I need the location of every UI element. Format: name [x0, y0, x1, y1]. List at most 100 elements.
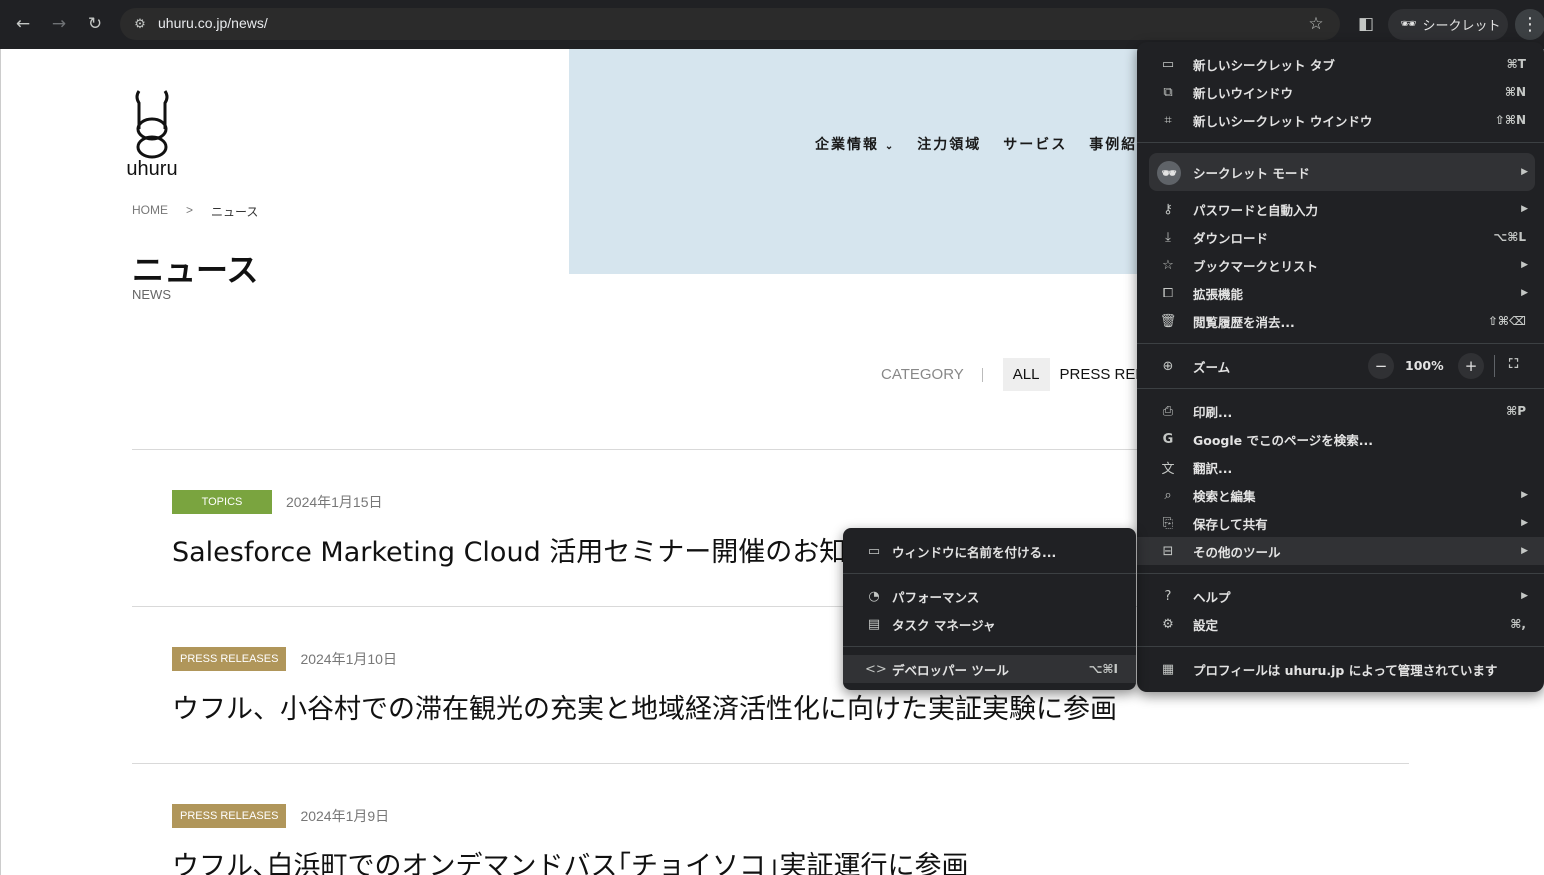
download-icon: ⤓ [1165, 229, 1171, 245]
category-divider [981, 367, 983, 382]
incognito-chip[interactable]: 🕶 シークレット [1388, 9, 1508, 40]
category-label: CATEGORY [881, 366, 964, 383]
menu-item-find-edit[interactable]: ⌕ 検索と編集 ▶ [1137, 481, 1544, 509]
chrome-menu: ▭ 新しいシークレット タブ ⌘T ⧉ 新しいウインドウ ⌘N ⌗ 新しいシーク… [1137, 42, 1544, 692]
forward-icon[interactable]: → [46, 11, 72, 37]
menu-item-new-window[interactable]: ⧉ 新しいウインドウ ⌘N [1137, 78, 1544, 106]
menu-item-settings[interactable]: ⚙ 設定 ⌘, [1137, 610, 1544, 638]
breadcrumb: HOME > ニュース [132, 203, 258, 220]
menu-item-passwords[interactable]: ⚷ パスワードと自動入力 ▶ [1137, 195, 1544, 223]
translate-icon: 文 [1161, 461, 1175, 477]
breadcrumb-home[interactable]: HOME [132, 203, 168, 220]
reload-icon[interactable]: ↻ [82, 11, 108, 37]
star-icon: ☆ [1162, 257, 1174, 273]
menu-item-google-search[interactable]: G Google でこのページを検索... [1137, 425, 1544, 453]
menu-item-extensions[interactable]: ⧠ 拡張機能 ▶ [1137, 279, 1544, 307]
breadcrumb-separator: > [186, 203, 194, 217]
news-title[interactable]: ウフル､白浜町でのオンデマンドバス｢チョイソコ｣実証運行に参画 [172, 844, 969, 875]
page-subtitle: NEWS [132, 287, 171, 302]
help-icon: ? [1164, 588, 1172, 604]
submenu-item-developer-tools[interactable]: <> デベロッパー ツール ⌥⌘I [843, 655, 1136, 683]
chevron-right-icon: ▶ [1521, 591, 1528, 601]
news-item[interactable]: TOPICS 2024年1月15日 Salesforce Marketing Cl… [172, 490, 846, 569]
menu-item-managed[interactable]: ▦ プロフィールは uhuru.jp によって管理されています [1137, 655, 1544, 683]
chevron-right-icon: ▶ [1521, 204, 1528, 214]
building-icon: ▦ [1161, 661, 1175, 677]
uhuru-logo[interactable]: uhuru [117, 89, 187, 179]
zoom-out-button[interactable]: − [1368, 353, 1394, 379]
submenu-item-task-manager[interactable]: ▤ タスク マネージャ [843, 610, 1136, 638]
breadcrumb-current: ニュース [211, 205, 259, 219]
menu-item-new-incognito-tab[interactable]: ▭ 新しいシークレット タブ ⌘T [1137, 50, 1544, 78]
submenu-item-performance[interactable]: ◔ パフォーマンス [843, 582, 1136, 610]
menu-item-bookmarks[interactable]: ☆ ブックマークとリスト ▶ [1137, 251, 1544, 279]
tab-icon: ▭ [1161, 56, 1175, 72]
svg-text:uhuru: uhuru [126, 158, 177, 179]
nav-item-company[interactable]: 企業情報 ⌄ [815, 134, 895, 154]
incognito-label: シークレット [1422, 19, 1501, 34]
task-manager-icon: ▤ [867, 616, 881, 632]
menu-item-help[interactable]: ? ヘルプ ▶ [1137, 582, 1544, 610]
news-item[interactable]: PRESS RELEASES 2024年1月9日 ウフル､白浜町でのオンデマンドバ… [172, 804, 969, 875]
menu-separator [1137, 388, 1544, 389]
news-title[interactable]: Salesforce Marketing Cloud 活用セミナー開催のお知 [172, 530, 846, 569]
menu-item-translate[interactable]: 文 翻訳... [1137, 453, 1544, 481]
global-nav: 企業情報 ⌄ 注力領域 サービス 事例紹 [815, 134, 1137, 154]
url-text[interactable]: uhuru.co.jp/news/ [158, 15, 268, 31]
save-icon: ⎘ [1162, 515, 1174, 531]
chevron-right-icon: ▶ [1521, 490, 1528, 500]
bookmark-star-icon[interactable]: ☆ [1303, 11, 1329, 37]
zoom-controls: − 100% + ⛶ [1137, 353, 1544, 379]
chevron-down-icon: ⌄ [884, 141, 896, 152]
menu-separator [1137, 646, 1544, 647]
submenu-item-name-window[interactable]: ▭ ウィンドウに名前を付ける... [843, 537, 1136, 565]
toolbox-icon: ⊟ [1162, 543, 1174, 559]
nav-item-service[interactable]: サービス [1003, 134, 1067, 154]
more-tools-submenu: ▭ ウィンドウに名前を付ける... ◔ パフォーマンス ▤ タスク マネージャ … [843, 528, 1136, 690]
new-window-icon: ⧉ [1163, 84, 1173, 100]
incognito-icon: ⌗ [1164, 112, 1172, 128]
zoom-level: 100% [1405, 358, 1444, 373]
incognito-icon: 🕶 [1400, 17, 1417, 32]
kebab-menu-icon[interactable]: ⋮ [1515, 9, 1544, 40]
trash-icon: 🗑 [1159, 313, 1177, 329]
news-title[interactable]: ウフル、小谷村での滞在観光の充実と地域経済活性化に向けた実証実験に参画 [172, 687, 1117, 726]
menu-separator [1137, 343, 1544, 344]
window-icon: ▭ [867, 543, 881, 559]
nav-item-cases[interactable]: 事例紹 [1089, 134, 1137, 154]
fullscreen-icon[interactable]: ⛶ [1509, 357, 1518, 372]
divider [132, 763, 1409, 764]
news-tag: TOPICS [172, 490, 272, 514]
page-title: ニュース [132, 251, 259, 289]
news-date: 2024年1月9日 [300, 808, 390, 824]
nav-item-focus[interactable]: 注力領域 [917, 134, 981, 154]
print-icon: ⎙ [1162, 403, 1174, 419]
news-date: 2024年1月10日 [300, 651, 397, 667]
chevron-right-icon: ▶ [1521, 260, 1528, 270]
category-all-button[interactable]: ALL [1002, 358, 1050, 391]
zoom-in-button[interactable]: + [1458, 353, 1484, 379]
chevron-right-icon: ▶ [1521, 546, 1528, 556]
gauge-icon: ◔ [868, 588, 880, 604]
news-tag: PRESS RELEASES [172, 647, 287, 671]
menu-item-downloads[interactable]: ⤓ ダウンロード ⌥⌘L [1137, 223, 1544, 251]
side-panel-icon[interactable]: ◧ [1353, 11, 1379, 37]
code-icon: <> [865, 661, 887, 677]
address-bar[interactable]: ⚙ uhuru.co.jp/news/ [120, 8, 1340, 40]
news-date: 2024年1月15日 [286, 494, 383, 510]
key-icon: ⚷ [1163, 201, 1173, 217]
chevron-right-icon: ▶ [1521, 288, 1528, 298]
menu-separator [843, 646, 1136, 647]
menu-item-print[interactable]: ⎙ 印刷... ⌘P [1137, 397, 1544, 425]
menu-item-more-tools[interactable]: ⊟ その他のツール ▶ [1137, 537, 1544, 565]
menu-item-new-incognito-window[interactable]: ⌗ 新しいシークレット ウインドウ ⇧⌘N [1137, 106, 1544, 134]
gear-icon: ⚙ [1162, 616, 1174, 632]
back-icon[interactable]: ← [10, 11, 36, 37]
menu-item-clear-history[interactable]: 🗑 閲覧履歴を消去... ⇧⌘⌫ [1137, 307, 1544, 335]
menu-item-save-share[interactable]: ⎘ 保存して共有 ▶ [1137, 509, 1544, 537]
menu-item-incognito-mode[interactable]: シークレット モード ▶ [1137, 158, 1544, 186]
chevron-right-icon: ▶ [1521, 518, 1528, 528]
news-tag: PRESS RELEASES [172, 804, 287, 828]
puzzle-icon: ⧠ [1162, 285, 1174, 301]
site-info-icon[interactable]: ⚙ [130, 14, 150, 34]
